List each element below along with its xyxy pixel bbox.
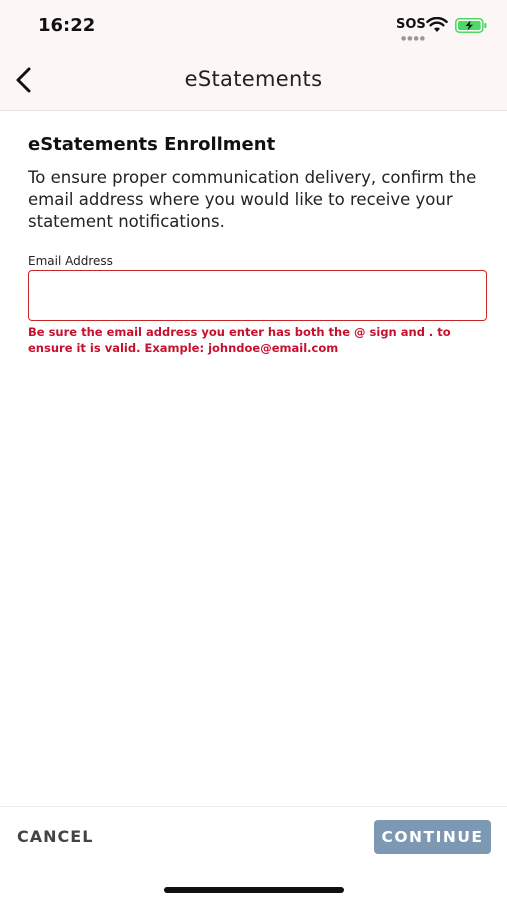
bottom-action-bar: CANCEL CONTINUE (0, 806, 507, 901)
home-indicator[interactable] (164, 887, 344, 893)
email-error-message: Be sure the email address you enter has … (28, 325, 451, 355)
section-heading: eStatements Enrollment (28, 134, 276, 155)
status-time: 16:22 (38, 15, 96, 36)
enrollment-description: To ensure proper communication delivery,… (28, 168, 477, 231)
email-field-label: Email Address (28, 254, 113, 268)
signal-dots-icon: ●●●● (401, 35, 426, 42)
status-bar: 16:22 SOS ●●●● (0, 0, 507, 52)
wifi-icon (426, 17, 448, 32)
sos-indicator: SOS (396, 17, 426, 32)
navigation-bar: eStatements (0, 52, 507, 111)
cancel-button[interactable]: CANCEL (17, 825, 93, 847)
page-title: eStatements (184, 67, 323, 91)
continue-button[interactable]: CONTINUE (374, 820, 491, 854)
battery-charging-icon (455, 18, 487, 33)
email-field[interactable] (28, 270, 487, 321)
enrollment-form: eStatements Enrollment To ensure proper … (28, 134, 488, 356)
